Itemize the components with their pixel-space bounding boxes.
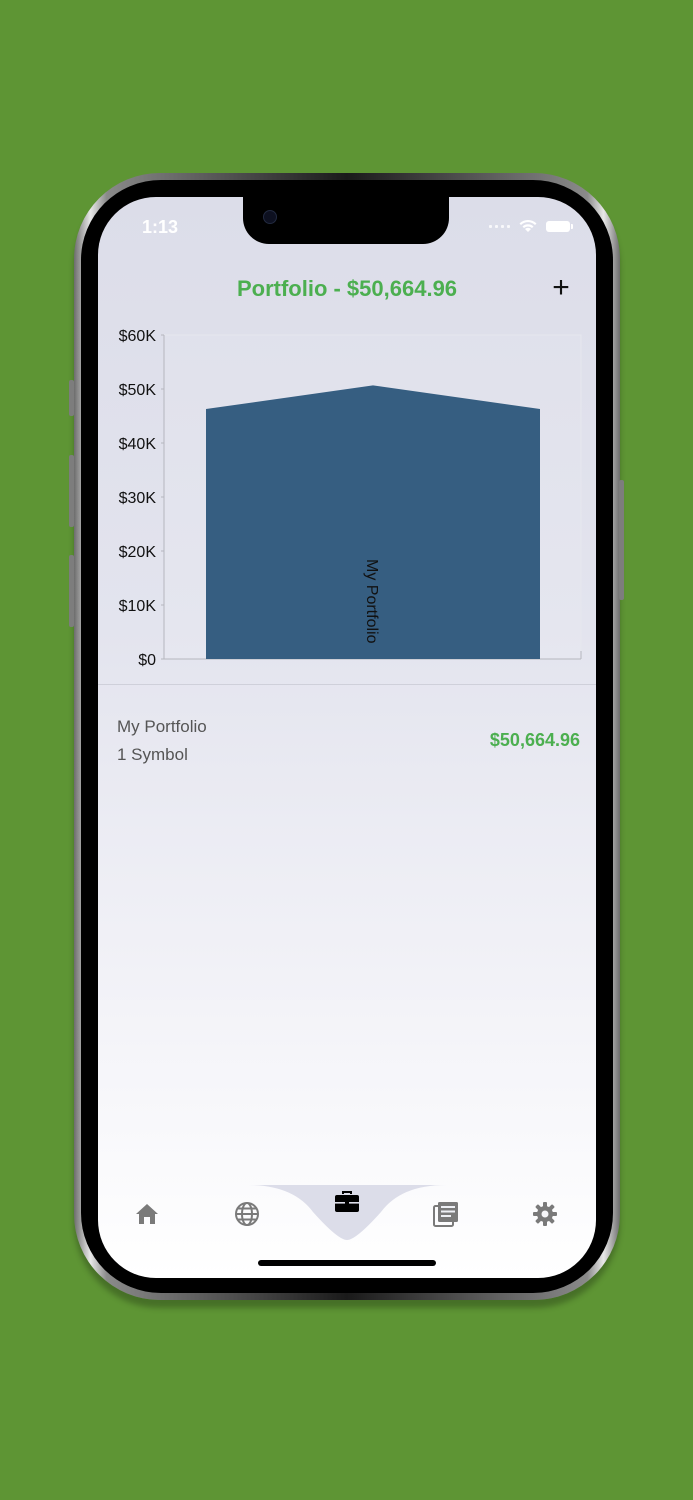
status-icons (489, 219, 573, 233)
y-tick-label: $40K (119, 436, 157, 453)
tab-settings[interactable] (525, 1194, 565, 1234)
battery-icon (546, 220, 573, 232)
camera (263, 210, 277, 224)
y-tick-label: $10K (119, 598, 157, 615)
briefcase-icon (335, 1191, 359, 1212)
y-tick-label: $20K (119, 544, 157, 561)
volume-down-button (69, 555, 74, 627)
volume-up-button (69, 455, 74, 527)
status-time: 1:13 (142, 217, 179, 237)
news-icon (433, 1202, 458, 1227)
app-screen: 1:13 Portfolio - $50,664.96 + $60K $50K $4… (98, 197, 596, 1278)
page-title: Portfolio - $50,664.96 (236, 276, 458, 301)
portfolio-value[interactable]: $50,664.96 (490, 730, 580, 751)
home-icon (136, 1204, 158, 1224)
home-indicator[interactable] (258, 1260, 436, 1266)
mute-switch (69, 380, 74, 416)
divider (98, 684, 596, 685)
tab-bar (98, 1182, 596, 1242)
y-tick-label: $0 (138, 652, 156, 669)
y-tick-label: $60K (119, 328, 157, 345)
signal-icon (489, 224, 510, 228)
tab-home[interactable] (127, 1194, 167, 1234)
tab-portfolio[interactable] (327, 1182, 367, 1222)
tab-news[interactable] (426, 1194, 466, 1234)
tab-markets[interactable] (227, 1194, 267, 1234)
portfolio-chart: $60K $50K $40K $30K $20K $10K $0 My Portfolio (119, 328, 582, 669)
power-button (619, 480, 624, 600)
y-tick-label: $50K (119, 382, 157, 399)
notch (243, 197, 449, 244)
gear-icon (533, 1202, 557, 1226)
globe-icon (235, 1202, 259, 1226)
add-portfolio-button[interactable]: + (546, 273, 576, 303)
portfolio-name[interactable]: My Portfolio (117, 717, 207, 737)
series-label: My Portfolio (363, 559, 380, 644)
portfolio-symbol-count[interactable]: 1 Symbol (117, 745, 188, 765)
wifi-icon (519, 219, 537, 232)
y-tick-label: $30K (119, 490, 157, 507)
